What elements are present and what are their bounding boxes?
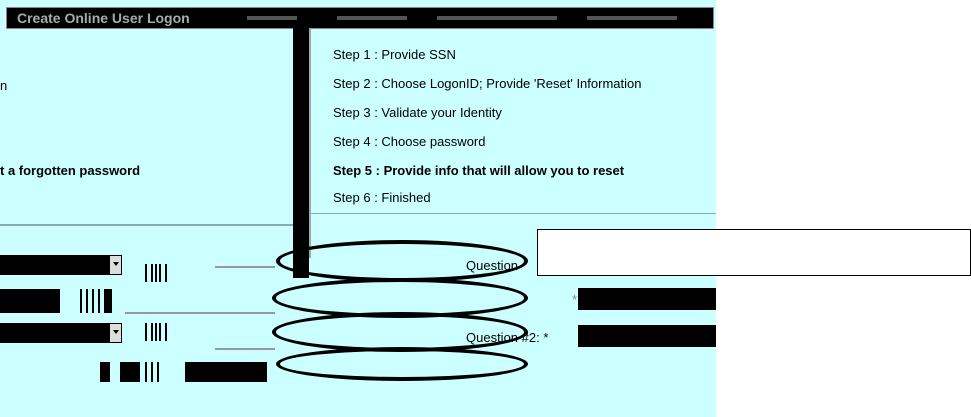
- panel-divider: [293, 28, 309, 278]
- step-3: Step 3 : Validate your Identity: [333, 105, 502, 120]
- title-artifact: [587, 16, 677, 20]
- answer-1-input[interactable]: [578, 288, 716, 310]
- chevron-down-icon[interactable]: [109, 323, 122, 343]
- step-4: Step 4 : Choose password: [333, 134, 486, 149]
- annotation-ellipse: [276, 347, 528, 381]
- step-2: Step 2 : Choose LogonID; Provide 'Reset'…: [333, 76, 642, 91]
- panel-divider-edge: [309, 28, 311, 258]
- input-block[interactable]: [0, 289, 60, 313]
- input-block[interactable]: [100, 362, 110, 382]
- window-title: Create Online User Logon: [17, 10, 190, 26]
- dropdown-1[interactable]: [0, 255, 122, 275]
- chevron-down-icon[interactable]: [109, 255, 122, 275]
- field-artifact: [145, 362, 185, 382]
- input-block[interactable]: [185, 362, 267, 382]
- gray-line: [125, 312, 275, 314]
- annotation-ellipse: [272, 312, 528, 352]
- field-artifact: [145, 323, 185, 341]
- left-heading-fragment: t a forgotten password: [0, 163, 141, 178]
- question-2-select[interactable]: [578, 325, 716, 347]
- steps-separator: [311, 213, 716, 214]
- dropdown-2[interactable]: [0, 323, 122, 343]
- gray-line: [215, 348, 275, 350]
- step-5-current: Step 5 : Provide info that will allow yo…: [333, 163, 625, 178]
- required-mark: *: [572, 292, 578, 307]
- step-6: Step 6 : Finished: [333, 190, 431, 205]
- field-artifact: [145, 264, 185, 282]
- field-artifact: [80, 289, 120, 313]
- gray-line: [215, 266, 275, 268]
- title-artifact: [337, 16, 407, 20]
- title-bar: Create Online User Logon: [6, 7, 714, 29]
- left-text-fragment: n: [0, 78, 8, 93]
- step-1: Step 1 : Provide SSN: [333, 47, 456, 62]
- annotation-ellipse: [276, 240, 528, 282]
- question-1-input[interactable]: [537, 229, 971, 276]
- title-artifact: [437, 16, 557, 20]
- title-artifact: [247, 16, 297, 20]
- input-block[interactable]: [120, 362, 140, 382]
- left-separator: [0, 224, 293, 226]
